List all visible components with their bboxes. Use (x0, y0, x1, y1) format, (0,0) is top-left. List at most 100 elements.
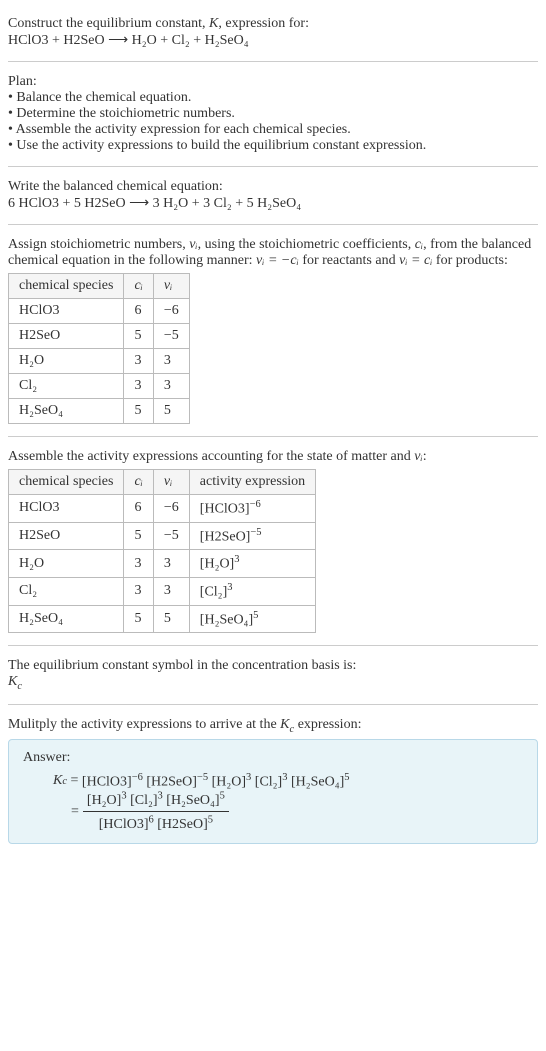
multiply-text: expression: (294, 717, 361, 732)
stoich-text: Assign stoichiometric numbers, (8, 237, 189, 252)
k-letter: K (8, 674, 17, 689)
term-exp: 5 (208, 814, 213, 825)
activity-text: : (423, 449, 427, 464)
cell-species: H2SeO (9, 324, 124, 349)
ae-exp: −6 (250, 499, 261, 510)
answer-label: Answer: (23, 750, 523, 766)
cell-c: 6 (124, 299, 153, 324)
ae-exp: −5 (250, 527, 261, 538)
plan-bullet-1: • Balance the chemical equation. (8, 90, 538, 106)
cell-ae: [H₂O]3 (189, 550, 315, 578)
stoich-section: Assign stoichiometric numbers, νᵢ, using… (8, 229, 538, 432)
activity-intro: Assemble the activity expressions accoun… (8, 449, 538, 465)
ae-base: [HClO3] (200, 502, 250, 517)
plan-bullet-2: • Determine the stoichiometric numbers. (8, 106, 538, 122)
cell-species: H2SeO (9, 522, 124, 550)
cell-c: 3 (124, 349, 153, 374)
table-row: H2SeO5−5 (9, 324, 190, 349)
cell-c: 3 (124, 577, 153, 605)
stoich-intro: Assign stoichiometric numbers, νᵢ, using… (8, 237, 538, 269)
table-row: Cl₂33[Cl₂]3 (9, 577, 316, 605)
term: [H2SeO]5 (157, 817, 213, 832)
term-exp: 5 (220, 791, 225, 802)
table-row: H₂SeO₄55[H₂SeO₄]5 (9, 605, 316, 633)
term: [H₂SeO₄]5 (291, 772, 350, 791)
cell-species: H₂SeO₄ (9, 605, 124, 633)
cell-species: H₂O (9, 349, 124, 374)
col-ci: cᵢ (124, 470, 153, 495)
term-base: [H₂SeO₄] (291, 775, 344, 790)
divider (8, 704, 538, 705)
term: [HClO3]6 (99, 817, 154, 832)
cell-c: 5 (124, 522, 153, 550)
ae-exp: 3 (234, 554, 239, 565)
cell-c: 5 (124, 399, 153, 424)
equals: = (67, 773, 82, 789)
k-letter: K (280, 717, 289, 732)
cell-species: Cl₂ (9, 577, 124, 605)
cell-v: −5 (153, 522, 189, 550)
divider (8, 436, 538, 437)
term-base: [H₂SeO₄] (166, 793, 219, 808)
cell-c: 5 (124, 324, 153, 349)
table-header-row: chemical species cᵢ νᵢ (9, 274, 190, 299)
stoich-text: for reactants and (299, 253, 399, 268)
cell-v: −5 (153, 324, 189, 349)
term: [H₂O]3 (212, 772, 252, 791)
header-section: Construct the equilibrium constant, K, e… (8, 8, 538, 57)
cell-v: −6 (153, 299, 189, 324)
activity-text: Assemble the activity expressions accoun… (8, 449, 414, 464)
cell-v: 3 (153, 550, 189, 578)
cell-v: 3 (153, 374, 189, 399)
term-exp: 5 (344, 772, 349, 783)
term-base: [H₂O] (87, 793, 121, 808)
stoich-text: , using the stoichiometric coefficients, (198, 237, 415, 252)
multiply-intro: Mulitply the activity expressions to arr… (8, 717, 538, 735)
stoich-rel: νᵢ = −cᵢ (256, 253, 299, 268)
cell-v: 3 (153, 349, 189, 374)
term-exp: 3 (158, 791, 163, 802)
divider (8, 224, 538, 225)
cell-ae: [H₂SeO₄]5 (189, 605, 315, 633)
kc-fraction-line: = [H₂O]3 [Cl₂]3 [H₂SeO₄]5 [HClO3]6 [H2Se… (71, 791, 523, 833)
table-row: Cl₂33 (9, 374, 190, 399)
denominator: [HClO3]6 [H2SeO]5 (95, 812, 217, 833)
balanced-equation: 6 HClO3 + 5 H2SeO ⟶ 3 H₂O + 3 Cl₂ + 5 H₂… (8, 195, 538, 212)
multiply-section: Mulitply the activity expressions to arr… (8, 709, 538, 852)
cell-species: H₂SeO₄ (9, 399, 124, 424)
col-ae: activity expression (189, 470, 315, 495)
cell-v: 3 (153, 577, 189, 605)
term: [HClO3]−6 (82, 772, 143, 791)
cell-c: 3 (124, 550, 153, 578)
term-base: [HClO3] (99, 817, 149, 832)
answer-box: Answer: Kc = [HClO3]−6 [H2SeO]−5 [H₂O]3 … (8, 739, 538, 844)
cell-ae: [H2SeO]−5 (189, 522, 315, 550)
table-header-row: chemical species cᵢ νᵢ activity expressi… (9, 470, 316, 495)
table-row: HClO36−6 (9, 299, 190, 324)
term: [Cl₂]3 (130, 793, 163, 808)
term: [Cl₂]3 (255, 772, 288, 791)
table-row: H₂O33[H₂O]3 (9, 550, 316, 578)
col-ci: cᵢ (124, 274, 153, 299)
activity-section: Assemble the activity expressions accoun… (8, 441, 538, 641)
c-sub: c (17, 681, 22, 692)
plan-section: Plan: • Balance the chemical equation. •… (8, 66, 538, 162)
cell-ae: [HClO3]−6 (189, 495, 315, 523)
table-row: H₂O33 (9, 349, 190, 374)
cell-species: Cl₂ (9, 374, 124, 399)
ae-base: [Cl₂] (200, 585, 227, 600)
term-base: [H₂O] (212, 775, 246, 790)
cell-species: HClO3 (9, 299, 124, 324)
cell-v: 5 (153, 399, 189, 424)
cell-ae: [Cl₂]3 (189, 577, 315, 605)
table-row: H2SeO5−5[H2SeO]−5 (9, 522, 316, 550)
table-row: H₂SeO₄55 (9, 399, 190, 424)
ae-base: [H2SeO] (200, 529, 251, 544)
col-species: chemical species (9, 274, 124, 299)
ae-exp: 5 (253, 610, 258, 621)
construct-line: Construct the equilibrium constant, K, e… (8, 16, 538, 32)
plan-bullet-3: • Assemble the activity expression for e… (8, 122, 538, 138)
construct-prefix: Construct the equilibrium constant, (8, 16, 209, 31)
plan-title: Plan: (8, 74, 538, 90)
kc-symbol: Kc (8, 674, 538, 692)
